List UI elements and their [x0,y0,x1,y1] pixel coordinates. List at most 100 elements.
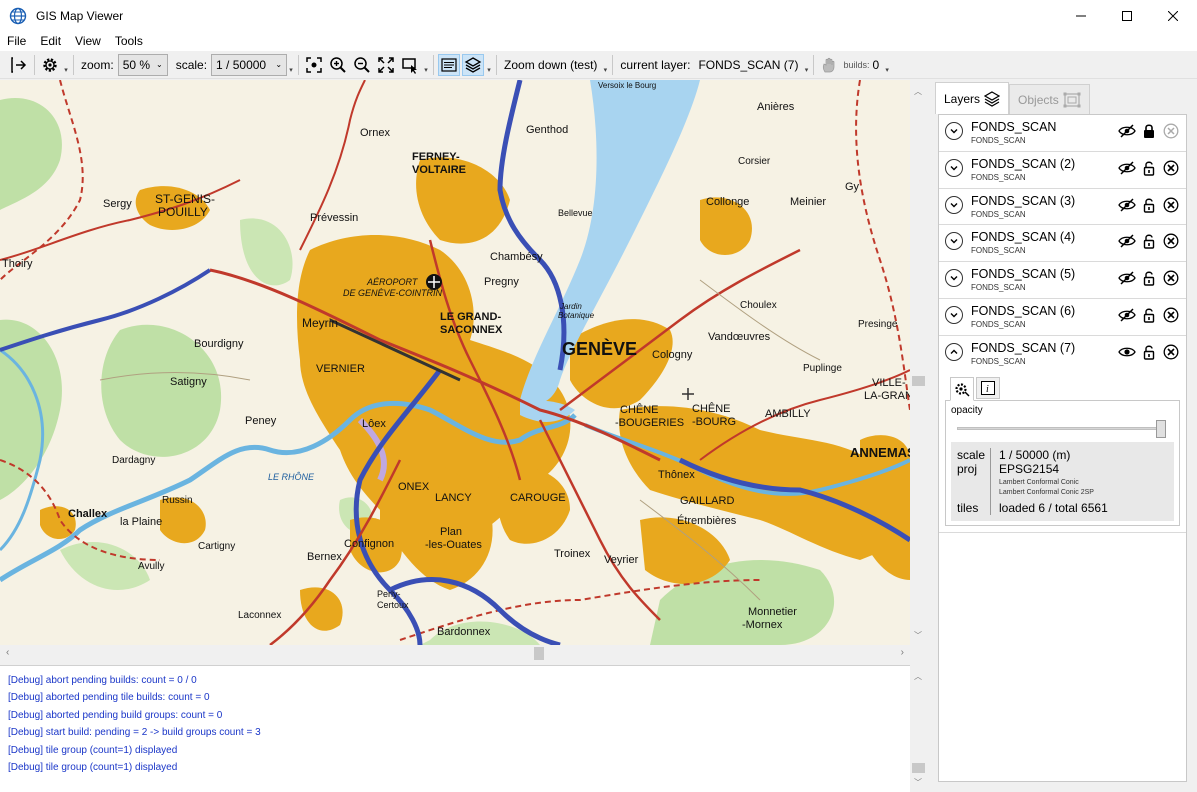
menu-file[interactable]: File [0,34,33,48]
title-bar: GIS Map Viewer [0,0,1197,31]
scroll-up-icon[interactable]: ︿ [914,671,922,682]
zoom-extent-button[interactable] [303,54,325,76]
divider [939,531,1186,533]
zoom-down-test-button[interactable]: Zoom down (test) [504,58,597,72]
scroll-left-icon[interactable]: ‹ [6,647,9,658]
settings-dropdown[interactable]: ▾ [62,54,70,76]
expand-button[interactable] [945,269,963,288]
fullscreen-button[interactable] [375,54,397,76]
console-line: [Debug] aborted pending build groups: co… [8,709,223,721]
layer-item-active[interactable]: FONDS_SCAN (7) FONDS_SCAN [939,336,1186,373]
remove-layer-button[interactable] [1162,232,1180,250]
layer-item[interactable]: FONDS_SCAN (4) FONDS_SCAN [939,225,1186,263]
visibility-toggle[interactable] [1118,196,1136,214]
zoom-in-button[interactable] [327,54,349,76]
tab-info[interactable]: i [976,376,1000,399]
info-key: scale [957,447,991,462]
visibility-toggle[interactable] [1118,232,1136,250]
remove-layer-button[interactable] [1162,122,1180,140]
map-label-veyrier: Veyrier [604,554,639,566]
expand-button[interactable] [945,158,963,177]
toolbar-separator [433,54,435,75]
scroll-right-icon[interactable]: › [901,647,904,658]
expand-button[interactable] [945,305,963,324]
console-toggle-button[interactable] [438,53,461,76]
select-zoom-button[interactable] [399,54,421,76]
layer-source: FONDS_SCAN [971,283,1026,293]
console-scrollbar[interactable]: ︿ ﹀ [910,665,927,792]
remove-layer-button[interactable] [1162,196,1180,214]
tab-layers-label: Layers [944,91,981,106]
map-label-bourdigny: Bourdigny [194,338,244,350]
opacity-slider[interactable] [951,418,1174,438]
tab-objects-label: Objects [1018,92,1059,107]
expand-button[interactable] [945,232,963,251]
collapse-button[interactable] [945,342,963,361]
map-label-versoix: Versoix le Bourg [598,81,656,90]
lock-toggle[interactable] [1140,196,1158,214]
layers-toggle-button[interactable] [462,53,485,76]
opacity-thumb[interactable] [1156,419,1166,438]
lock-toggle[interactable] [1140,122,1158,140]
visibility-toggle[interactable] [1118,306,1136,324]
layer-item[interactable]: FONDS_SCAN FONDS_SCAN [939,115,1186,152]
lock-toggle[interactable] [1140,306,1158,324]
layer-name: FONDS_SCAN (5) [971,267,1076,282]
remove-layer-button[interactable] [1162,159,1180,177]
close-button[interactable] [1150,0,1196,31]
visibility-toggle[interactable] [1118,343,1136,361]
tab-style[interactable] [950,376,974,401]
settings-button[interactable] [39,54,61,76]
remove-circle-icon [1163,270,1179,286]
scale-select[interactable]: 1 / 50000 ⌄ [211,53,288,76]
layer-item[interactable]: FONDS_SCAN (5) FONDS_SCAN [939,262,1186,299]
remove-layer-button[interactable] [1162,269,1180,287]
map-horizontal-scrollbar[interactable]: ‹ › [0,645,910,662]
visibility-toggle[interactable] [1118,122,1136,140]
scroll-down-icon[interactable]: ﹀ [914,630,922,641]
objects-icon [1063,92,1081,107]
lock-toggle[interactable] [1140,159,1158,177]
map-vertical-scrollbar[interactable]: ︿ ﹀ [910,80,927,645]
minimize-icon [1076,15,1086,16]
expand-button[interactable] [945,195,963,214]
tab-objects[interactable]: Objects [1009,84,1090,114]
builds-dropdown[interactable]: ▾ [883,54,891,76]
lock-toggle[interactable] [1140,232,1158,250]
zoom-out-button[interactable] [351,54,373,76]
current-layer-dropdown[interactable]: ▾ [802,54,810,76]
remove-layer-button[interactable] [1162,343,1180,361]
tab-layers[interactable]: Layers [935,82,1010,114]
scale-dropdown[interactable]: ▾ [287,54,295,76]
builds-count: 0 [872,57,880,72]
map-label-meinier: Meinier [790,196,826,208]
layer-item[interactable]: FONDS_SCAN (6) FONDS_SCAN [939,299,1186,336]
zoom-tools-dropdown[interactable]: ▾ [422,54,430,76]
zoom-select[interactable]: 50 % ⌄ [117,53,168,76]
panels-dropdown[interactable]: ▾ [485,54,493,76]
builds-icon-button [818,54,840,76]
scroll-thumb[interactable] [912,763,925,773]
layer-item[interactable]: FONDS_SCAN (3) FONDS_SCAN [939,189,1186,226]
scroll-down-icon[interactable]: ﹀ [914,777,922,788]
menu-view[interactable]: View [68,34,108,48]
exit-button[interactable] [8,54,30,76]
scroll-thumb[interactable] [534,647,544,660]
visibility-toggle[interactable] [1118,159,1136,177]
visibility-toggle[interactable] [1118,269,1136,287]
map-canvas[interactable]: GENÈVE LE GRAND-SACONNEX FERNEY-VOLTAIRE… [0,80,910,645]
menu-tools[interactable]: Tools [108,34,150,48]
remove-layer-button[interactable] [1162,306,1180,324]
current-layer-value[interactable]: FONDS_SCAN (7) [698,58,798,72]
toolbar-separator [813,54,815,75]
menu-edit[interactable]: Edit [33,34,68,48]
zoom-down-dropdown[interactable]: ▾ [601,54,609,76]
lock-toggle[interactable] [1140,343,1158,361]
lock-toggle[interactable] [1140,269,1158,287]
layer-item[interactable]: FONDS_SCAN (2) FONDS_SCAN [939,152,1186,189]
expand-button[interactable] [945,122,963,140]
minimize-button[interactable] [1058,0,1104,31]
maximize-button[interactable] [1104,0,1150,31]
scroll-thumb[interactable] [912,376,925,386]
scroll-up-icon[interactable]: ︿ [914,86,922,97]
